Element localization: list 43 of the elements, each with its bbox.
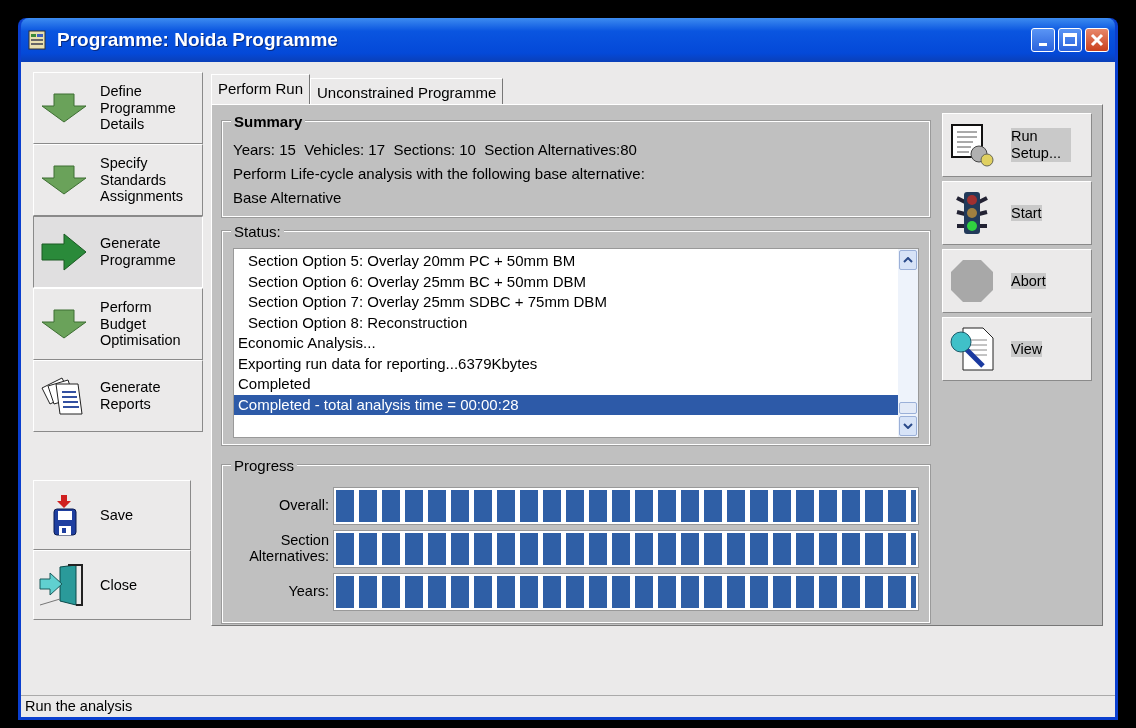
status-line[interactable]: Section Option 6: Overlay 25mm BC + 50mm DBM xyxy=(234,271,898,292)
run-setup-button[interactable]: Run Setup... xyxy=(942,113,1092,177)
window-title: Programme: Noida Programme xyxy=(57,27,339,52)
start-button[interactable]: Start xyxy=(942,181,1092,245)
save-button[interactable]: Save xyxy=(33,480,191,550)
stop-sign-icon xyxy=(949,258,995,304)
magnifier-document-icon xyxy=(949,326,995,372)
nav-button[interactable]: Generate Programme xyxy=(33,216,203,288)
floppy-disk-icon xyxy=(52,494,78,536)
maximize-button[interactable] xyxy=(1058,28,1082,52)
scroll-up-button[interactable] xyxy=(899,250,917,270)
nav-button[interactable]: Perform Budget Optimisation xyxy=(33,288,203,360)
status-line[interactable]: Section Option 8: Reconstruction xyxy=(234,312,898,333)
scroll-thumb[interactable] xyxy=(899,402,917,414)
status-line[interactable]: Completed xyxy=(234,374,898,395)
summary-text: Perform Life-cycle analysis with the following base alternative: xyxy=(233,164,646,184)
close-button[interactable]: Close xyxy=(33,550,191,620)
progress-label: Overall: xyxy=(278,498,329,514)
document-gears-icon xyxy=(949,122,995,168)
scroll-down-button[interactable] xyxy=(899,416,917,436)
status-line[interactable]: Exporting run data for reporting...6379Kbytes xyxy=(234,353,898,374)
view-button[interactable]: View xyxy=(942,317,1092,381)
tab[interactable]: Unconstrained Programme xyxy=(310,78,504,104)
status-line[interactable]: Section Option 5: Overlay 20mm PC + 50mm BM xyxy=(234,251,898,272)
status-line[interactable]: Economic Analysis... xyxy=(234,333,898,354)
abort-button[interactable]: Abort xyxy=(942,249,1092,313)
minimize-button[interactable] xyxy=(1031,28,1055,52)
chevron-down-icon xyxy=(903,423,913,429)
summary-text: Base Alternative xyxy=(233,188,343,208)
minimize-icon xyxy=(1039,42,1047,46)
status-line[interactable]: Section Option 7: Overlay 25mm SDBC + 75mm DBM xyxy=(234,292,898,313)
status-text: Run the analysis xyxy=(25,696,133,716)
nav-button[interactable]: Specify Standards Assignments xyxy=(33,144,203,216)
app-icon xyxy=(27,29,49,51)
summary-text: Years: 15 Vehicles: 17 Sections: 10 Section Alternatives:80 xyxy=(233,140,638,160)
progress-label: Section Alternatives: xyxy=(248,533,329,565)
close-button[interactable] xyxy=(1085,28,1109,52)
chevron-up-icon xyxy=(903,257,913,263)
progress-label: Years: xyxy=(287,584,329,600)
scrollbar[interactable] xyxy=(898,249,918,437)
tab[interactable]: Perform Run xyxy=(211,74,311,104)
nav-button[interactable]: Generate Reports xyxy=(33,360,203,432)
nav-button[interactable]: Define Programme Details xyxy=(33,72,203,144)
